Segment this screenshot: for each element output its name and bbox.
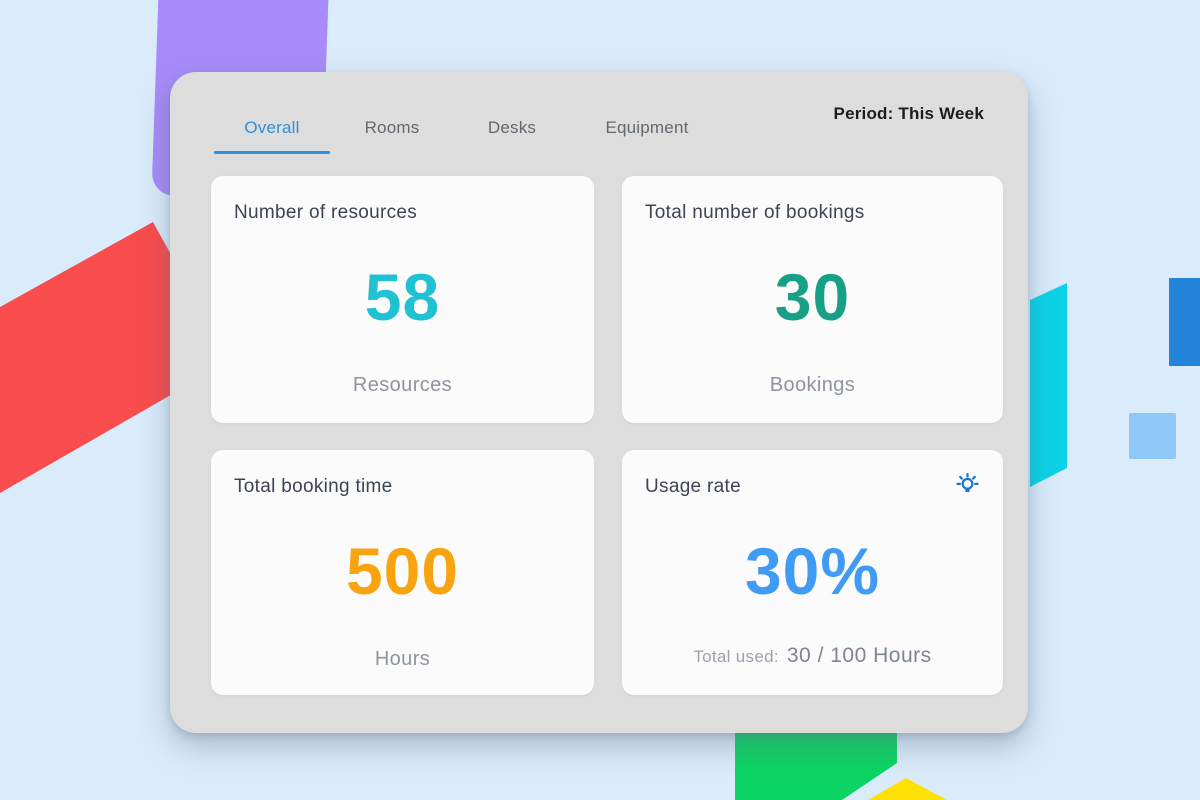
stats-grid: Number of resources 58 Resources Total n… [211,176,1003,695]
usage-rate-value: 30% [622,538,1003,604]
dashboard-panel: Overall Rooms Desks Equipment Period: Th… [170,72,1028,733]
decor-light-blue-square [1129,413,1176,459]
tab-equipment-label: Equipment [605,118,688,137]
card-unit-label: Resources [211,374,594,397]
tab-rooms-label: Rooms [365,118,420,137]
decor-cyan-shape [1025,275,1085,495]
card-title: Total number of bookings [645,202,865,224]
total-used-label: Total used: [693,647,779,667]
decor-blue-rectangle [1169,278,1200,366]
tab-rooms[interactable]: Rooms [332,96,452,154]
tab-desks[interactable]: Desks [452,96,572,154]
tab-bar: Overall Rooms Desks Equipment [212,96,722,154]
stat-card-usage-rate: Usage rate 30% Total used: 30 / 100 Hour… [622,450,1003,695]
tab-equipment[interactable]: Equipment [572,96,722,154]
decor-green-shape [735,729,900,800]
tab-overall-label: Overall [244,118,299,137]
bookings-count: 30 [622,264,1003,330]
tab-desks-label: Desks [488,118,536,137]
total-used-value: 30 / 100 Hours [787,644,932,668]
stat-card-bookings: Total number of bookings 30 Bookings [622,176,1003,423]
booking-time-count: 500 [211,538,594,604]
app-background: { "theme": { "background": "#daecfb", "p… [0,0,1200,800]
card-title: Usage rate [645,476,741,498]
tab-overall[interactable]: Overall [212,96,332,154]
period-label: Period: This Week [834,104,984,124]
decor-yellow-shape [862,776,952,800]
usage-rate-caption: Total used: 30 / 100 Hours [622,644,1003,668]
resources-count: 58 [211,264,594,330]
card-title: Total booking time [234,476,393,498]
stat-card-resources: Number of resources 58 Resources [211,176,594,423]
card-unit-label: Hours [211,648,594,671]
card-unit-label: Bookings [622,374,1003,397]
lightbulb-icon[interactable] [954,472,981,499]
stat-card-booking-time: Total booking time 500 Hours [211,450,594,695]
card-title: Number of resources [234,202,417,224]
